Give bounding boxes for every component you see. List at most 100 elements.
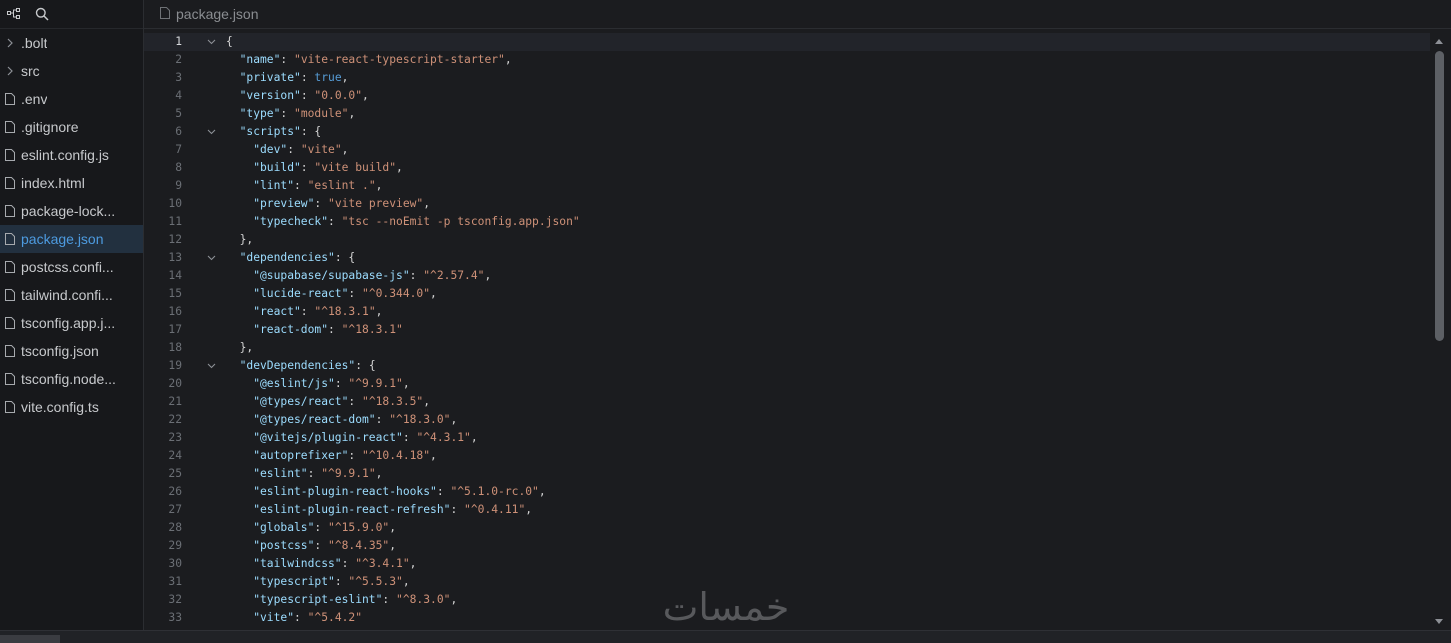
json-punctuation: : — [375, 413, 390, 426]
code-line[interactable]: 26 "eslint-plugin-react-hooks": "^5.1.0-r… — [144, 483, 1430, 501]
file-item[interactable]: tsconfig.json — [0, 337, 143, 365]
code-text: "tailwindcss": "^3.4.1", — [226, 555, 416, 573]
scroll-up-arrow-icon[interactable] — [1435, 39, 1443, 44]
json-string: "^0.4.11" — [464, 503, 526, 516]
json-string: "vite" — [300, 143, 342, 156]
code-content[interactable]: 1{2 "name": "vite-react-typescript-starte… — [144, 33, 1430, 630]
json-string: "^5.1.0-rc.0" — [450, 485, 539, 498]
json-punctuation: , — [484, 269, 492, 282]
json-key: "react-dom" — [253, 323, 329, 336]
file-item[interactable]: .gitignore — [0, 113, 143, 141]
code-text: "eslint-plugin-react-hooks": "^5.1.0-rc.… — [226, 483, 545, 501]
code-line[interactable]: 19 "devDependencies": { — [144, 357, 1430, 375]
code-line[interactable]: 9 "lint": "eslint .", — [144, 177, 1430, 195]
code-line[interactable]: 14 "@supabase/supabase-js": "^2.57.4", — [144, 267, 1430, 285]
horizontal-scrollbar[interactable] — [0, 630, 1451, 643]
json-string: "^4.3.1" — [416, 431, 471, 444]
code-line[interactable]: 13 "dependencies": { — [144, 249, 1430, 267]
line-number: 23 — [168, 431, 182, 444]
editor-tab[interactable]: package.json — [144, 6, 259, 22]
code-line[interactable]: 4 "version": "0.0.0", — [144, 87, 1430, 105]
horizontal-scrollbar-thumb[interactable] — [0, 635, 60, 643]
file-item[interactable]: eslint.config.js — [0, 141, 143, 169]
code-text: "preview": "vite preview", — [226, 195, 430, 213]
code-line[interactable]: 28 "globals": "^15.9.0", — [144, 519, 1430, 537]
json-punctuation: : — [348, 287, 363, 300]
code-line[interactable]: 11 "typecheck": "tsc --noEmit -p tsconfig… — [144, 213, 1430, 231]
chevron-right-icon — [5, 66, 15, 76]
code-line[interactable]: 18}, — [144, 339, 1430, 357]
json-key: "eslint-plugin-react-hooks" — [253, 485, 437, 498]
code-line[interactable]: 10 "preview": "vite preview", — [144, 195, 1430, 213]
code-line[interactable]: 8 "build": "vite build", — [144, 159, 1430, 177]
file-item[interactable]: package-lock... — [0, 197, 143, 225]
scroll-down-arrow-icon[interactable] — [1435, 619, 1443, 624]
json-punctuation: : { — [355, 359, 376, 372]
json-punctuation: , — [389, 521, 397, 534]
json-punctuation: : — [348, 395, 363, 408]
code-line[interactable]: 12}, — [144, 231, 1430, 249]
app-window: .bolt src .env .gitignore eslint.config.js in… — [0, 0, 1451, 643]
json-punctuation: : — [348, 449, 363, 462]
file-item[interactable]: tsconfig.app.j... — [0, 309, 143, 337]
code-line[interactable]: 22 "@types/react-dom": "^18.3.0", — [144, 411, 1430, 429]
code-line[interactable]: 2 "name": "vite-react-typescript-starter"… — [144, 51, 1430, 69]
json-key: "eslint-plugin-react-refresh" — [253, 503, 451, 516]
code-line[interactable]: 7 "dev": "vite", — [144, 141, 1430, 159]
json-key: "@eslint/js" — [253, 377, 335, 390]
file-item[interactable]: .env — [0, 85, 143, 113]
code-line[interactable]: 21 "@types/react": "^18.3.5", — [144, 393, 1430, 411]
json-punctuation: : — [280, 53, 295, 66]
file-item[interactable]: package.json — [0, 225, 143, 253]
json-punctuation: , — [341, 143, 349, 156]
code-line[interactable]: 23 "@vitejs/plugin-react": "^4.3.1", — [144, 429, 1430, 447]
code-line[interactable]: 5 "type": "module", — [144, 105, 1430, 123]
code-text: "react": "^18.3.1", — [226, 303, 382, 321]
json-punctuation: , — [348, 107, 356, 120]
json-punctuation: , — [402, 575, 410, 588]
json-string: "^5.4.2" — [307, 611, 363, 624]
fold-chevron-icon[interactable] — [206, 357, 216, 375]
file-item[interactable]: postcss.confi... — [0, 253, 143, 281]
json-punctuation: : — [294, 179, 308, 192]
folder-item[interactable]: src — [0, 57, 143, 85]
file-item[interactable]: tailwind.confi... — [0, 281, 143, 309]
file-icon — [5, 317, 15, 329]
code-line[interactable]: 30 "tailwindcss": "^3.4.1", — [144, 555, 1430, 573]
code-line[interactable]: 27 "eslint-plugin-react-refresh": "^0.4.1… — [144, 501, 1430, 519]
fold-chevron-icon[interactable] — [206, 249, 216, 267]
fold-chevron-icon[interactable] — [206, 123, 216, 141]
line-number: 27 — [168, 503, 182, 516]
json-key: "lucide-react" — [253, 287, 349, 300]
folder-item[interactable]: .bolt — [0, 29, 143, 57]
line-number: 24 — [168, 449, 182, 462]
line-number: 20 — [168, 377, 182, 390]
file-tree-item-label: package-lock... — [21, 203, 116, 219]
code-line[interactable]: 29 "postcss": "^8.4.35", — [144, 537, 1430, 555]
code-line[interactable]: 15 "lucide-react": "^0.344.0", — [144, 285, 1430, 303]
code-line[interactable]: 25 "eslint": "^9.9.1", — [144, 465, 1430, 483]
code-line[interactable]: 24 "autoprefixer": "^10.4.18", — [144, 447, 1430, 465]
file-tree-icon[interactable] — [4, 4, 24, 24]
code-line[interactable]: 6 "scripts": { — [144, 123, 1430, 141]
json-boolean: true — [314, 71, 342, 84]
code-line[interactable]: 1{ — [144, 33, 1430, 51]
file-item[interactable]: vite.config.ts — [0, 393, 143, 421]
file-item[interactable]: tsconfig.node... — [0, 365, 143, 393]
json-punctuation: , — [375, 305, 383, 318]
code-line[interactable]: 20 "@eslint/js": "^9.9.1", — [144, 375, 1430, 393]
json-key: "typecheck" — [253, 215, 329, 228]
code-line[interactable]: 17 "react-dom": "^18.3.1" — [144, 321, 1430, 339]
search-icon[interactable] — [32, 4, 52, 24]
json-punctuation: : — [300, 161, 315, 174]
scrollbar-thumb[interactable] — [1435, 51, 1444, 341]
code-line[interactable]: 3 "private": true, — [144, 69, 1430, 87]
line-number: 30 — [168, 557, 182, 570]
fold-chevron-icon[interactable] — [206, 33, 216, 51]
code-line[interactable]: 16 "react": "^18.3.1", — [144, 303, 1430, 321]
file-tree-item-label: tsconfig.json — [21, 343, 99, 359]
file-item[interactable]: index.html — [0, 169, 143, 197]
line-number: 5 — [175, 107, 182, 120]
json-punctuation: , — [362, 89, 369, 102]
vertical-scrollbar[interactable] — [1431, 33, 1451, 630]
